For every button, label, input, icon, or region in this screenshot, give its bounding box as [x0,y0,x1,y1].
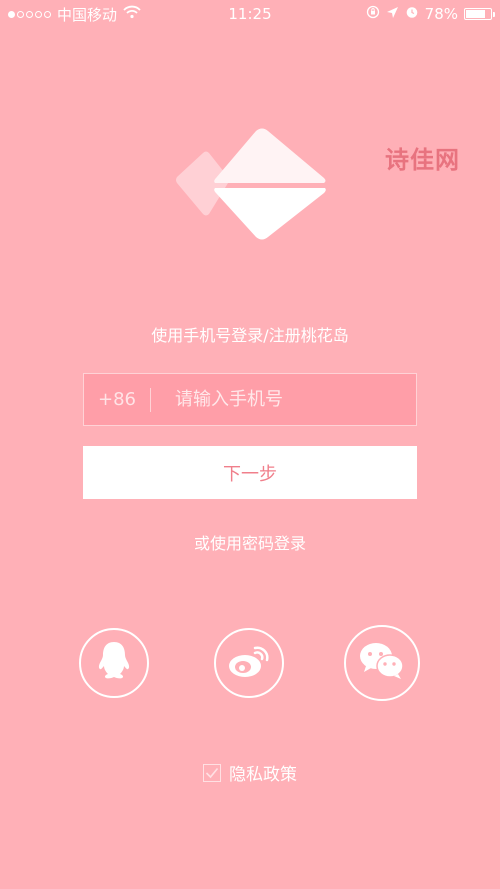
wechat-icon [358,641,406,685]
checkmark-icon [205,767,219,778]
password-login-link[interactable]: 或使用密码登录 [0,530,500,554]
signal-strength-icon [8,10,51,18]
status-bar-left: 中国移动 [8,4,141,25]
battery-percent: 78% [424,5,458,23]
location-arrow-icon [386,5,399,23]
next-button[interactable]: 下一步 [83,446,417,499]
login-subtitle: 使用手机号登录/注册桃花岛 [151,326,349,345]
battery-level [466,10,485,18]
battery-icon [464,8,495,20]
weibo-icon [227,643,271,683]
lock-rotation-icon [366,5,380,23]
phone-input[interactable] [151,373,416,426]
alarm-icon [405,5,419,23]
carrier-name: 中国移动 [57,5,118,24]
weibo-login-button[interactable] [214,628,284,698]
wifi-icon [123,5,141,23]
privacy-checkbox[interactable] [203,763,221,782]
social-login-row [0,625,500,704]
privacy-policy: 隐私政策 [0,760,500,785]
status-bar-right: 78% [366,5,495,23]
phone-input-box: +86 [83,373,417,426]
status-time: 11:25 [228,5,272,23]
status-bar: 中国移动 11:25 78% [0,0,500,28]
country-code[interactable]: +86 [84,389,150,410]
qq-login-button[interactable] [79,628,149,698]
qq-icon [96,640,132,686]
app-logo [170,125,330,245]
watermark: 诗佳网 [385,146,460,174]
privacy-policy-link[interactable]: 隐私政策 [229,760,297,785]
wechat-login-button[interactable] [344,625,420,701]
